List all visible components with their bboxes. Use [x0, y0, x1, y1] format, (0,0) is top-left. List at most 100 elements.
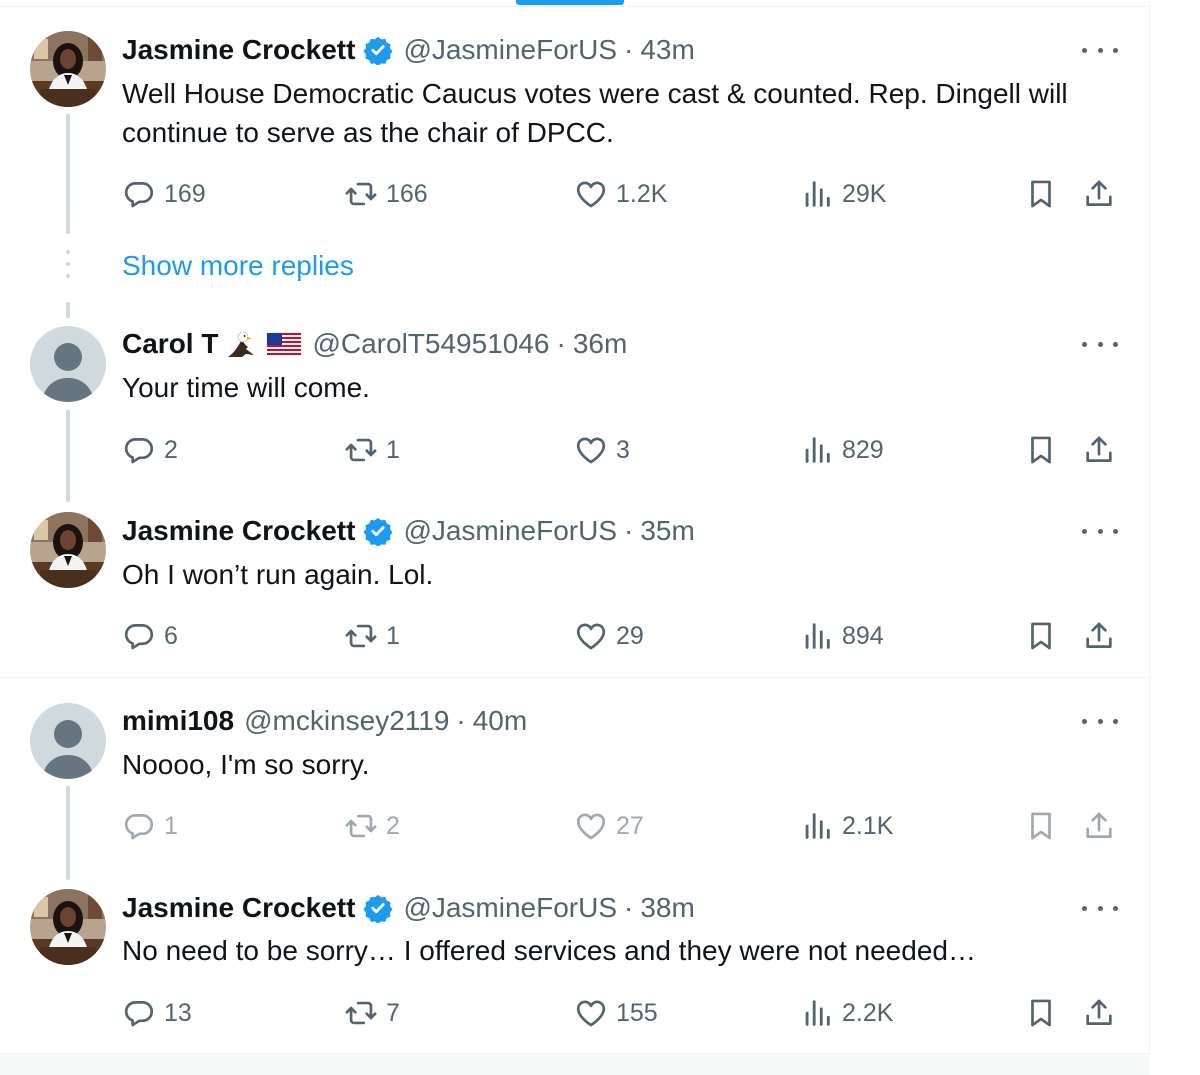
like-icon	[574, 619, 608, 653]
thread-line	[66, 302, 70, 318]
share-button[interactable]	[1082, 806, 1116, 846]
show-more-replies-link[interactable]: Show more replies	[122, 250, 354, 282]
timestamp[interactable]: 35m	[640, 515, 694, 547]
bookmark-icon	[1024, 619, 1058, 653]
column-border	[1149, 0, 1150, 1075]
views-button[interactable]: 2.2K	[800, 993, 893, 1033]
reply-button[interactable]: 169	[122, 174, 206, 214]
handle[interactable]: @CarolT54951046	[312, 328, 549, 360]
reply-count: 13	[164, 998, 192, 1027]
share-button[interactable]	[1082, 430, 1116, 470]
more-icon[interactable]	[1082, 334, 1118, 354]
views-icon	[800, 809, 834, 843]
like-button[interactable]: 29	[574, 616, 644, 656]
retweet-button[interactable]: 2	[344, 806, 400, 846]
retweet-count: 2	[386, 811, 400, 840]
views-button[interactable]: 29K	[800, 174, 886, 214]
separator-dot: ·	[556, 328, 566, 359]
reply-button[interactable]: 13	[122, 993, 192, 1033]
retweet-icon	[344, 996, 378, 1030]
reply-count: 1	[164, 811, 178, 840]
avatar[interactable]	[30, 889, 106, 965]
more-icon[interactable]	[1082, 40, 1118, 60]
views-button[interactable]: 894	[800, 616, 884, 656]
retweet-icon	[344, 433, 378, 467]
more-icon[interactable]	[1082, 898, 1118, 918]
timestamp[interactable]: 43m	[640, 34, 694, 66]
reply-icon	[122, 619, 156, 653]
reply-button[interactable]: 1	[122, 806, 178, 846]
retweet-count: 7	[386, 998, 400, 1027]
share-icon	[1082, 177, 1116, 211]
like-button[interactable]: 155	[574, 993, 658, 1033]
avatar[interactable]	[30, 703, 106, 779]
tweet-header: mimi108 @mckinsey2119 · 40m	[122, 703, 527, 739]
like-icon	[574, 433, 608, 467]
like-button[interactable]: 3	[574, 430, 630, 470]
more-icon[interactable]	[1082, 521, 1118, 541]
handle[interactable]: @JasmineForUS	[403, 515, 617, 547]
avatar[interactable]	[30, 326, 106, 402]
views-button[interactable]: 829	[800, 430, 884, 470]
share-icon	[1082, 809, 1116, 843]
like-count: 1.2K	[616, 179, 668, 208]
like-count: 27	[616, 811, 644, 840]
bookmark-icon	[1024, 433, 1058, 467]
like-count: 3	[616, 435, 630, 464]
tweet-text: No need to be sorry… I offered services …	[122, 935, 976, 966]
retweet-button[interactable]: 1	[344, 430, 400, 470]
display-name[interactable]: mimi108	[122, 705, 234, 737]
retweet-icon	[344, 809, 378, 843]
bookmark-button[interactable]	[1024, 174, 1058, 214]
display-name[interactable]: Carol T	[122, 328, 218, 360]
bookmark-button[interactable]	[1024, 993, 1058, 1033]
timestamp[interactable]: 38m	[640, 892, 694, 924]
tweet-text: Well House Democratic Caucus votes were …	[122, 78, 1068, 148]
tweet-actions: 13 7 155 2.2K	[122, 993, 1122, 1033]
timestamp[interactable]: 40m	[473, 705, 527, 737]
display-name[interactable]: Jasmine Crockett	[122, 892, 355, 924]
handle[interactable]: @JasmineForUS	[403, 892, 617, 924]
retweet-button[interactable]: 1	[344, 616, 400, 656]
like-button[interactable]: 1.2K	[574, 174, 667, 214]
share-icon	[1082, 433, 1116, 467]
retweet-button[interactable]: 7	[344, 993, 400, 1033]
handle[interactable]: @JasmineForUS	[403, 34, 617, 66]
views-count: 2.1K	[842, 811, 894, 840]
top-divider	[0, 6, 1150, 7]
like-button[interactable]: 27	[574, 806, 644, 846]
share-button[interactable]	[1082, 993, 1116, 1033]
avatar[interactable]	[30, 512, 106, 588]
reply-button[interactable]: 2	[122, 430, 178, 470]
bookmark-button[interactable]	[1024, 616, 1058, 656]
reply-count: 169	[164, 179, 206, 208]
display-name[interactable]: Jasmine Crockett	[122, 34, 355, 66]
like-icon	[574, 177, 608, 211]
retweet-count: 1	[386, 621, 400, 650]
thread-dotted-line	[66, 250, 70, 286]
display-name[interactable]: Jasmine Crockett	[122, 515, 355, 547]
tweet-header: Carol T @CarolT54951046 · 36m	[122, 326, 627, 362]
reply-count: 2	[164, 435, 178, 464]
tweet-text: Oh I won’t run again. Lol.	[122, 559, 434, 590]
share-button[interactable]	[1082, 174, 1116, 214]
reply-icon	[122, 996, 156, 1030]
retweet-icon	[344, 177, 378, 211]
views-button[interactable]: 2.1K	[800, 806, 893, 846]
separator-dot: ·	[624, 892, 634, 923]
reply-button[interactable]: 6	[122, 616, 178, 656]
retweet-button[interactable]: 166	[344, 174, 428, 214]
avatar[interactable]	[30, 31, 106, 107]
handle[interactable]: @mckinsey2119	[244, 705, 449, 737]
more-icon[interactable]	[1082, 711, 1118, 731]
tweet-header: Jasmine Crockett @JasmineForUS · 43m	[122, 32, 695, 68]
retweet-icon	[344, 619, 378, 653]
verified-badge-icon	[363, 893, 393, 923]
thread-line	[66, 410, 70, 502]
share-button[interactable]	[1082, 616, 1116, 656]
timestamp[interactable]: 36m	[573, 328, 627, 360]
like-count: 29	[616, 621, 644, 650]
bookmark-button[interactable]	[1024, 806, 1058, 846]
bookmark-button[interactable]	[1024, 430, 1058, 470]
like-icon	[574, 809, 608, 843]
